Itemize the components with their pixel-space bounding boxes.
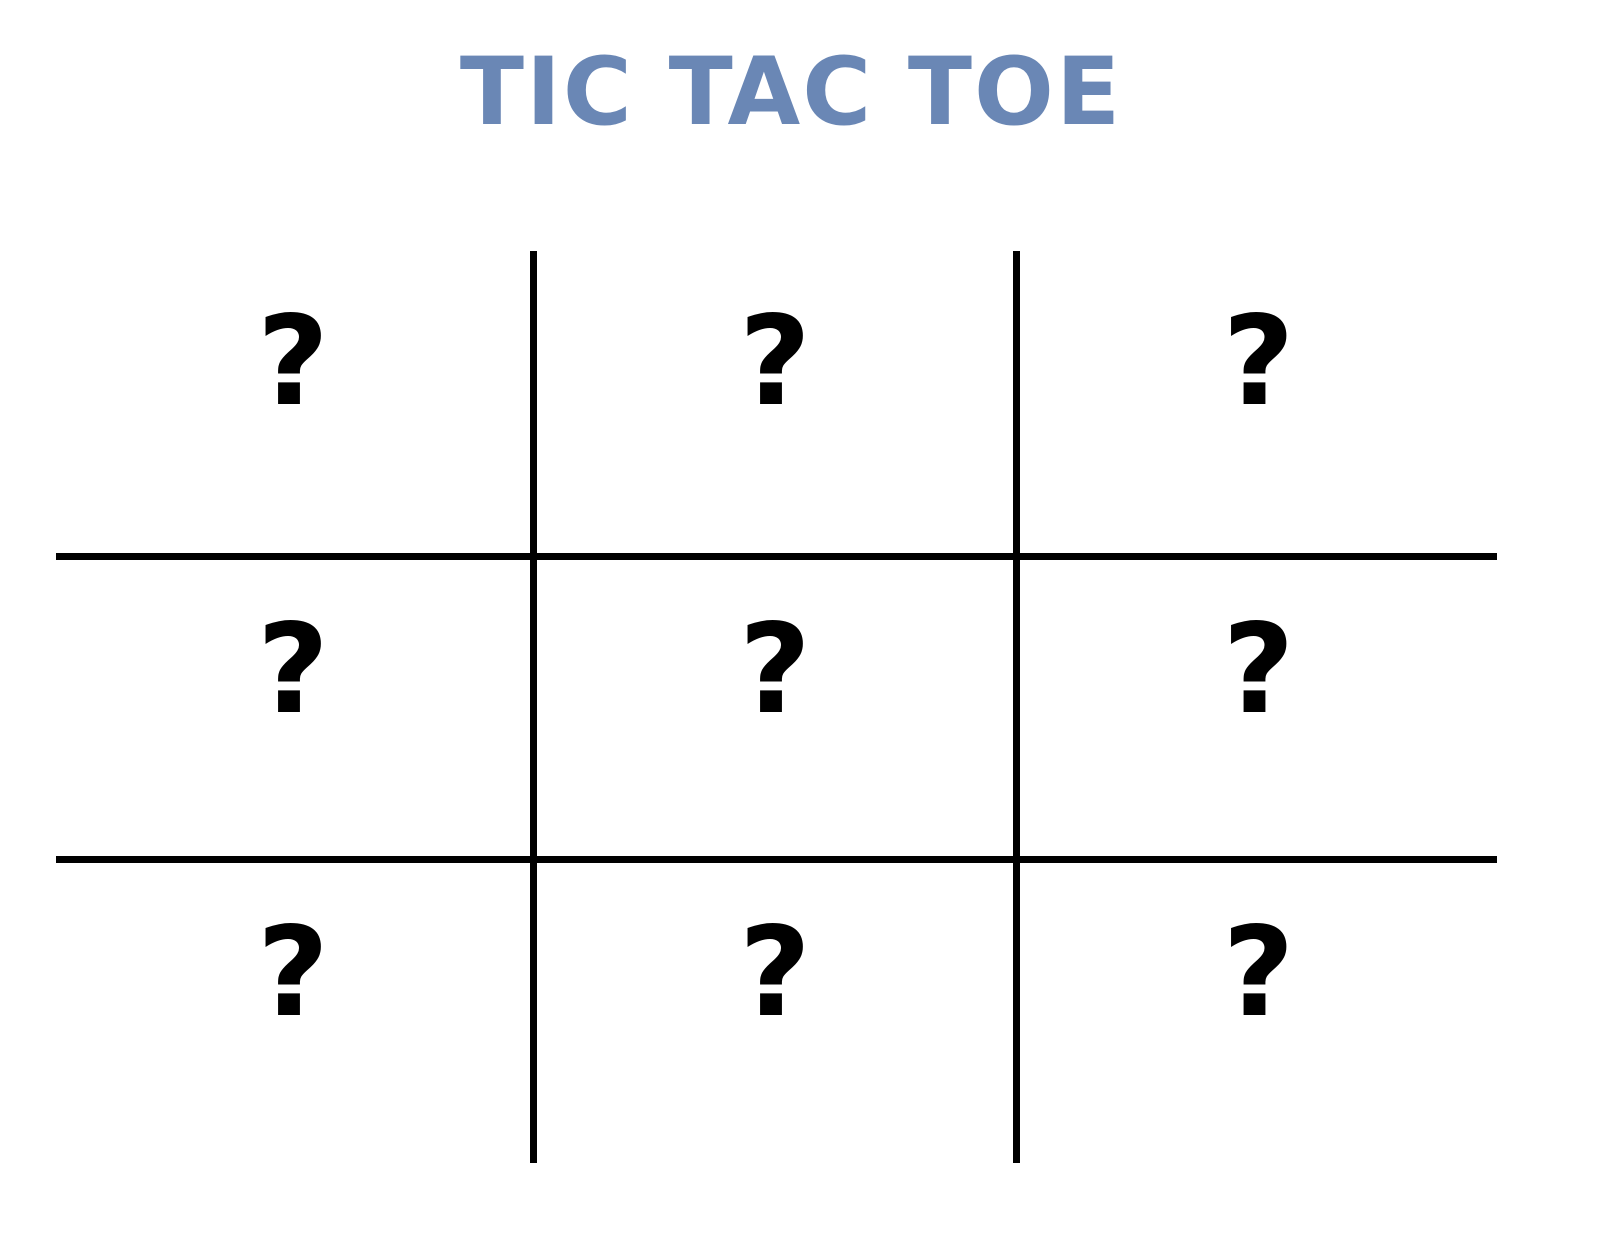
grid-line-horizontal-2	[56, 856, 1497, 863]
board-cell-r1-c2[interactable]: ?	[537, 300, 1013, 553]
grid-line-horizontal-1	[56, 553, 1497, 560]
board-cell-r1-c1[interactable]: ?	[56, 300, 530, 553]
cell-mark: ?	[1222, 598, 1295, 742]
board-cell-r2-c1[interactable]: ?	[56, 608, 530, 856]
board-cell-r3-c1[interactable]: ?	[56, 911, 530, 1163]
board-cell-r2-c2[interactable]: ?	[537, 608, 1013, 856]
cell-mark: ?	[257, 901, 329, 1045]
board-cell-r3-c3[interactable]: ?	[1020, 911, 1497, 1163]
cell-mark: ?	[739, 901, 811, 1045]
cell-mark: ?	[739, 598, 811, 742]
board-cell-r2-c3[interactable]: ?	[1020, 608, 1497, 856]
grid-line-vertical-1	[530, 251, 537, 1163]
cell-mark: ?	[257, 290, 329, 434]
cell-mark: ?	[1222, 290, 1295, 434]
game-board: ? ? ? ? ? ? ? ? ?	[0, 0, 1612, 1252]
board-cell-r3-c2[interactable]: ?	[537, 911, 1013, 1163]
cell-mark: ?	[257, 598, 329, 742]
cell-mark: ?	[739, 290, 811, 434]
grid-line-vertical-2	[1013, 251, 1020, 1163]
board-cell-r1-c3[interactable]: ?	[1020, 300, 1497, 553]
cell-mark: ?	[1222, 901, 1295, 1045]
